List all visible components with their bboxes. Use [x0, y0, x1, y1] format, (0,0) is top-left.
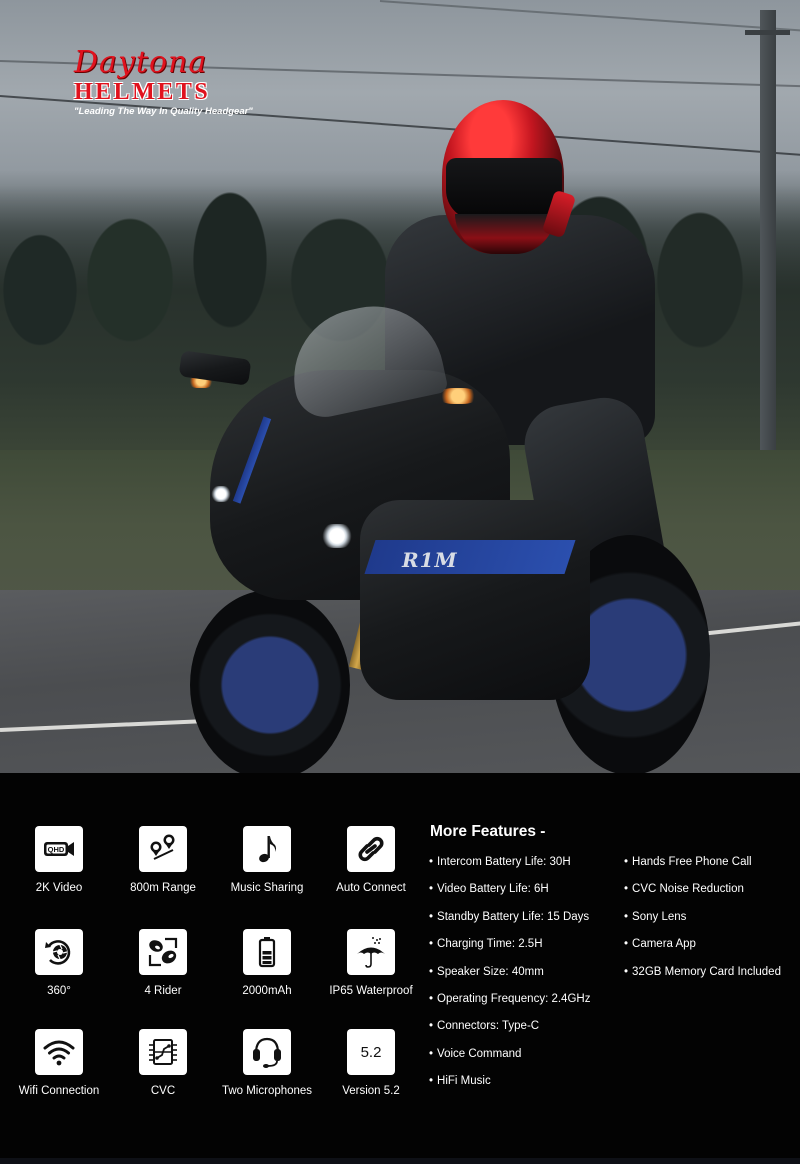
feature-ip65-waterproof: IP65 Waterproof	[319, 929, 423, 998]
headset-microphone-icon	[243, 1029, 291, 1075]
front-wheel	[190, 590, 350, 773]
feature-label: 2K Video	[35, 882, 83, 894]
feature-list-item: HiFi Music	[429, 1074, 590, 1101]
chain-link-icon	[347, 826, 395, 872]
feature-list-item: Sony Lens	[624, 910, 781, 937]
feature-list-item: Speaker Size: 40mm	[429, 965, 590, 992]
feature-label: IP65 Waterproof	[329, 985, 413, 997]
feature-list-item: Camera App	[624, 937, 781, 964]
feature-version: 5.2 Version 5.2	[319, 1029, 423, 1098]
power-line	[379, 0, 800, 33]
feature-wifi: Wifi Connection	[7, 1029, 111, 1098]
feature-list-item: CVC Noise Reduction	[624, 882, 781, 909]
qhd-video-camera-icon: QHD	[35, 826, 83, 872]
turn-signal	[438, 388, 478, 404]
four-rider-helmets-icon	[139, 929, 187, 975]
logo-tagline: "Leading The Way In Quality Headgear"	[74, 106, 253, 117]
motorcycle: R1M	[178, 293, 710, 773]
umbrella-rain-icon	[347, 929, 395, 975]
feature-label: 360°	[47, 985, 71, 997]
feature-2k-video: QHD 2K Video	[7, 826, 111, 895]
feature-list-item: 32GB Memory Card Included	[624, 965, 781, 992]
feature-360: 360°	[7, 929, 111, 998]
feature-label: Auto Connect	[336, 882, 406, 894]
more-features-title: More Features -	[430, 823, 546, 840]
feature-list-item: Charging Time: 2.5H	[429, 937, 590, 964]
more-features-column-a: Intercom Battery Life: 30H Video Battery…	[429, 855, 590, 1102]
feature-list-item: Standby Battery Life: 15 Days	[429, 910, 590, 937]
logo-script: Daytona	[74, 45, 208, 80]
feature-list-item: Video Battery Life: 6H	[429, 882, 590, 909]
feature-list-item: Voice Command	[429, 1047, 590, 1074]
helmet-visor	[446, 158, 562, 220]
battery-icon	[243, 929, 291, 975]
range-pins-icon	[139, 826, 187, 872]
headlight	[320, 524, 354, 548]
wifi-icon	[35, 1029, 83, 1075]
feature-4-rider: 4 Rider	[111, 929, 215, 998]
feature-label: Wifi Connection	[18, 1085, 100, 1097]
rotate-360-icon	[35, 929, 83, 975]
bottom-edge	[0, 1158, 800, 1164]
logo-wordmark: HELMETS	[74, 79, 211, 105]
feature-battery: 2000mAh	[215, 929, 319, 998]
feature-label: 800m Range	[130, 882, 196, 894]
feature-label: 2000mAh	[242, 985, 292, 997]
music-note-icon	[243, 826, 291, 872]
feature-list-item: Intercom Battery Life: 30H	[429, 855, 590, 882]
feature-auto-connect: Auto Connect	[319, 826, 423, 895]
feature-label: Version 5.2	[342, 1085, 400, 1097]
svg-text:QHD: QHD	[48, 845, 65, 854]
feature-cvc: CVC	[111, 1029, 215, 1098]
feature-list-item: Operating Frequency: 2.4GHz	[429, 992, 590, 1019]
model-badge: R1M	[402, 548, 458, 572]
hero-banner: R1M Daytona HELMETS "Leading The Way In …	[0, 0, 800, 773]
feature-music-sharing: Music Sharing	[215, 826, 319, 895]
feature-label: Music Sharing	[230, 882, 304, 894]
side-fairing	[360, 500, 590, 700]
version-badge-icon: 5.2	[347, 1029, 395, 1075]
utility-pole-arm	[745, 30, 790, 35]
feature-range: 800m Range	[111, 826, 215, 895]
more-features-column-b: Hands Free Phone Call CVC Noise Reductio…	[624, 855, 781, 992]
feature-list-item: Connectors: Type-C	[429, 1019, 590, 1046]
feature-two-microphones: Two Microphones	[215, 1029, 319, 1098]
blue-livery	[364, 540, 576, 574]
brand-logo: Daytona HELMETS "Leading The Way In Qual…	[74, 48, 274, 118]
utility-pole	[760, 10, 776, 510]
feature-list-item: Hands Free Phone Call	[624, 855, 781, 882]
feature-label: Two Microphones	[221, 1085, 313, 1097]
cvc-chip-icon	[139, 1029, 187, 1075]
headlight	[210, 486, 232, 502]
version-badge-text: 5.2	[360, 1043, 382, 1061]
feature-label: 4 Rider	[144, 985, 182, 997]
feature-label: CVC	[150, 1085, 176, 1097]
